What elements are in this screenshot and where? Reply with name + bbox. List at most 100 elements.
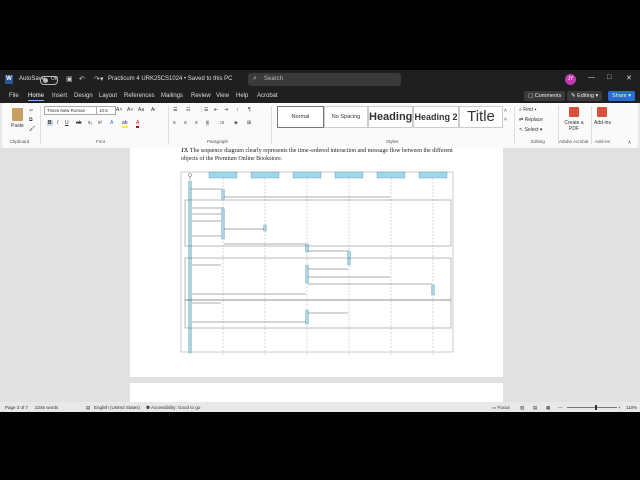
focus-button[interactable]: ▭ Focus: [492, 405, 510, 411]
collapse-ribbon-icon[interactable]: ˄: [628, 140, 631, 146]
tab-file[interactable]: File: [9, 93, 19, 99]
document-page[interactable]: 13. The sequence diagram clearly represe…: [130, 148, 503, 377]
page-count[interactable]: Page 3 of 7: [5, 405, 28, 410]
word-count[interactable]: 2246 words: [35, 405, 58, 410]
status-bar: Page 3 of 7 2246 words ▤ English (United…: [0, 402, 640, 412]
italic-button[interactable]: I: [57, 120, 58, 126]
print-layout-icon[interactable]: ▤: [533, 405, 537, 411]
numbering-icon[interactable]: ☷: [186, 107, 190, 113]
shrink-font-icon[interactable]: A˅: [127, 107, 133, 113]
cut-icon[interactable]: ✂: [29, 108, 33, 114]
web-layout-icon[interactable]: ▦: [546, 405, 550, 411]
redo-icon[interactable]: ↷: [94, 75, 100, 83]
replace-button[interactable]: ⇄ Replace: [519, 117, 543, 123]
tab-references[interactable]: References: [124, 93, 155, 99]
tab-home[interactable]: Home: [28, 93, 45, 101]
fragment-alt-2: [184, 257, 452, 301]
accessibility-status[interactable]: ⚉ Accessibility: Good to go: [146, 405, 200, 411]
font-name-box[interactable]: Times New Roman: [44, 106, 97, 115]
autosave-state: Off: [51, 76, 58, 82]
change-case-icon[interactable]: Aa: [138, 107, 144, 113]
lifeline-box-6: [418, 171, 448, 179]
style-heading-2[interactable]: Heading 2: [413, 106, 459, 128]
bullets-icon[interactable]: ☰: [173, 107, 177, 113]
avatar[interactable]: JY: [565, 74, 576, 85]
strikethrough-button[interactable]: ab: [76, 120, 82, 126]
font-size-box[interactable]: 10.5: [96, 106, 116, 115]
tab-acrobat[interactable]: Acrobat: [257, 93, 278, 99]
comments-button[interactable]: ▢ Comments: [524, 91, 566, 101]
decrease-indent-icon[interactable]: ⇤: [214, 107, 218, 113]
paste-icon[interactable]: [12, 108, 23, 121]
align-right-icon[interactable]: ≡: [195, 120, 198, 126]
zoom-level[interactable]: 110%: [626, 405, 637, 410]
search-box[interactable]: ⌕ Search: [248, 73, 401, 86]
subscript-button[interactable]: x₂: [88, 120, 92, 126]
highlight-icon[interactable]: ab: [122, 120, 128, 128]
justify-icon[interactable]: ≡: [206, 120, 209, 126]
style-no-spacing[interactable]: No Spacing: [324, 106, 368, 128]
language[interactable]: English (United States): [94, 405, 140, 410]
zoom-slider[interactable]: [567, 405, 617, 410]
save-icon[interactable]: ▣: [66, 75, 73, 83]
tab-help[interactable]: Help: [236, 93, 248, 99]
read-mode-icon[interactable]: ▥: [520, 405, 524, 411]
share-button[interactable]: Share ▾: [608, 91, 635, 101]
add-ins-icon[interactable]: [597, 107, 607, 117]
copy-icon[interactable]: ⧉: [29, 117, 33, 123]
tab-mailings[interactable]: Mailings: [161, 93, 183, 99]
format-painter-icon[interactable]: 🖌: [29, 126, 35, 132]
styles-more-icon[interactable]: ˅: [504, 117, 507, 123]
zoom-in-icon[interactable]: +: [618, 405, 621, 410]
create-pdf-button[interactable]: Create a PDF: [563, 120, 585, 132]
line-spacing-icon[interactable]: ↕≡: [219, 120, 224, 126]
fragment-alt-3: [184, 299, 452, 329]
style-heading-1[interactable]: Heading 1: [368, 106, 413, 128]
bold-button[interactable]: B: [47, 120, 53, 126]
sequence-diagram-image[interactable]: [178, 167, 458, 357]
tab-view[interactable]: View: [216, 93, 229, 99]
tab-design[interactable]: Design: [74, 93, 93, 99]
lifeline-box-1: [208, 171, 238, 179]
acrobat-group-label: Adobe Acrobat: [559, 139, 589, 144]
style-normal[interactable]: Normal: [277, 106, 324, 128]
minimize-icon[interactable]: —: [588, 74, 595, 81]
tab-layout[interactable]: Layout: [99, 93, 117, 99]
styles-scroll-up-icon[interactable]: ˄: [504, 108, 507, 114]
tab-review[interactable]: Review: [191, 93, 211, 99]
text-effects-icon[interactable]: A: [110, 120, 113, 126]
zoom-out-icon[interactable]: —: [558, 405, 563, 410]
caption-paragraph[interactable]: 13. The sequence diagram clearly represe…: [181, 148, 461, 163]
align-center-icon[interactable]: ≡: [184, 120, 187, 126]
proofing-icon[interactable]: ▤: [86, 405, 90, 411]
font-color-icon[interactable]: A: [136, 120, 140, 128]
find-button[interactable]: ⌕ Find ▾: [519, 107, 536, 113]
borders-icon[interactable]: ⊞: [247, 120, 251, 126]
editing-group-label: Editing: [531, 139, 545, 144]
maximize-icon[interactable]: □: [607, 74, 611, 81]
superscript-button[interactable]: x²: [98, 120, 102, 126]
shading-icon[interactable]: ◈: [234, 120, 238, 126]
word-logo-icon: W: [5, 75, 13, 84]
customize-icon[interactable]: ▾: [100, 75, 104, 83]
grow-font-icon[interactable]: A˄: [116, 107, 122, 113]
multilevel-list-icon[interactable]: ⋮☰: [199, 107, 208, 113]
select-button[interactable]: ↖ Select ▾: [519, 127, 542, 133]
underline-button[interactable]: U: [65, 120, 69, 126]
close-icon[interactable]: ✕: [626, 74, 632, 82]
show-marks-icon[interactable]: ¶: [248, 107, 251, 113]
editing-mode-button[interactable]: ✎ Editing ▾: [567, 91, 603, 101]
create-pdf-icon[interactable]: [569, 107, 579, 117]
document-title[interactable]: Practicum 4 URK25CS1024 • Saved to this …: [108, 76, 233, 82]
undo-icon[interactable]: ↶: [79, 75, 85, 83]
clear-format-icon[interactable]: A̷: [151, 107, 154, 113]
increase-indent-icon[interactable]: ⇥: [224, 107, 228, 113]
add-ins-button[interactable]: Add-ins: [594, 120, 611, 126]
search-input[interactable]: Search: [264, 76, 283, 82]
paste-button[interactable]: Paste: [11, 123, 24, 129]
tab-insert[interactable]: Insert: [52, 93, 67, 99]
align-left-icon[interactable]: ≡: [173, 120, 176, 126]
style-title[interactable]: Title: [459, 106, 503, 128]
sort-icon[interactable]: ↕: [236, 107, 239, 113]
lifeline-box-5: [376, 171, 406, 179]
